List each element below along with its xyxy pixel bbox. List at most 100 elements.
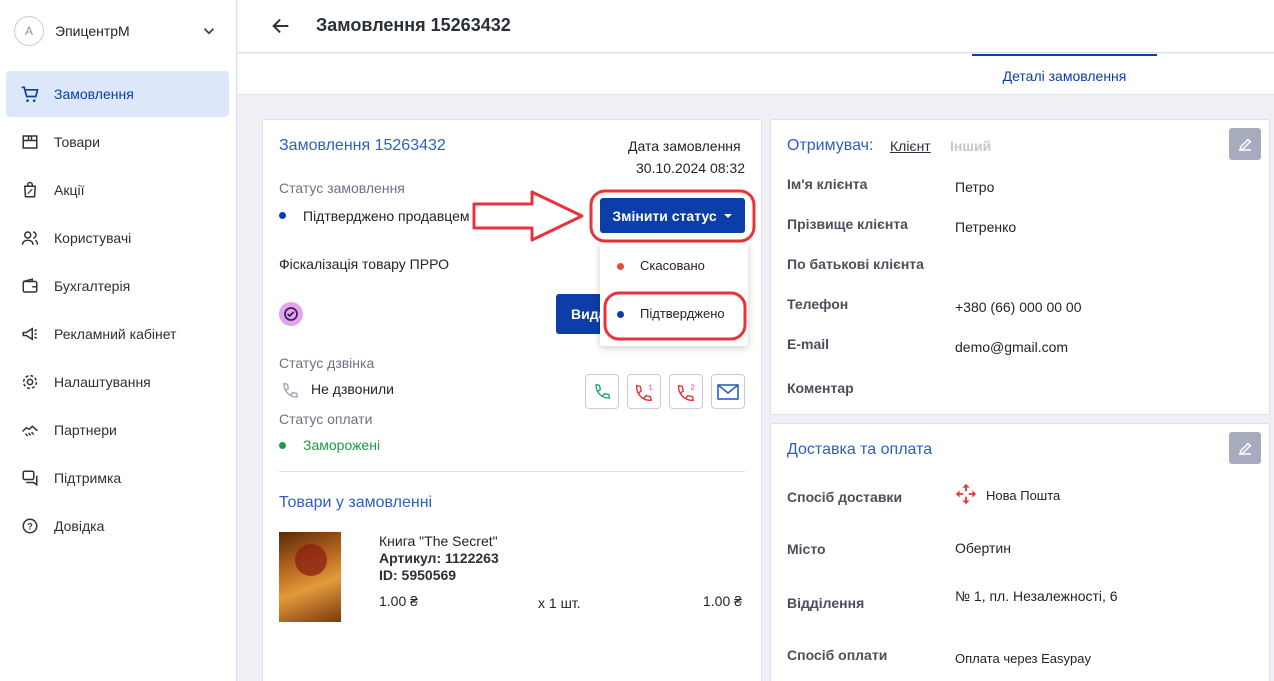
field-label: Ім'я клієнта	[787, 176, 868, 192]
svg-text:?: ?	[27, 521, 33, 531]
products-heading: Товари у замовленні	[279, 494, 433, 511]
users-icon	[20, 228, 40, 248]
delivery-method-value: Нова Пошта	[986, 488, 1061, 503]
sidebar-item-label: Товари	[54, 134, 100, 150]
top-bar: Замовлення 15263432	[238, 0, 1274, 53]
sidebar-item-promotions[interactable]: Акції	[6, 167, 229, 213]
email-value: demo@gmail.com	[955, 339, 1069, 355]
email-button[interactable]	[711, 374, 745, 409]
sidebar-item-label: Партнери	[54, 422, 117, 438]
payment-status: Заморожені	[303, 437, 381, 453]
tab-client[interactable]: Клієнт	[890, 138, 931, 154]
call-button[interactable]	[585, 374, 619, 409]
branch-value: № 1, пл. Незалежності, 6	[955, 588, 1118, 604]
order-date: 30.10.2024 08:32	[636, 160, 745, 176]
order-title: Замовлення 15263432	[279, 137, 446, 154]
field-label: Спосіб доставки	[787, 489, 903, 505]
product-price: 1.00 ₴	[379, 593, 418, 609]
field-label: Відділення	[787, 595, 865, 611]
edit-delivery-button[interactable]	[1229, 432, 1261, 464]
sidebar-item-products[interactable]: Товари	[6, 119, 229, 165]
order-status: Підтверджено продавцем	[303, 208, 470, 224]
cart-icon	[20, 84, 40, 104]
pencil-icon	[1239, 442, 1252, 455]
fiscal-label: Фіскалізація товару ПРРО	[279, 256, 450, 272]
sidebar-item-support[interactable]: Підтримка	[6, 455, 229, 501]
missed-call-2-button[interactable]: 2	[669, 374, 703, 409]
sidebar-item-label: Налаштування	[54, 374, 151, 390]
missed-call-1-button[interactable]: 1	[627, 374, 661, 409]
sidebar-item-orders[interactable]: Замовлення	[6, 71, 229, 117]
sidebar-item-partners[interactable]: Партнери	[6, 407, 229, 453]
cancel-dot	[617, 263, 624, 270]
city-value: Обертин	[955, 540, 1011, 556]
phone-value: +380 (66) 000 00 00	[955, 299, 1082, 315]
account-switcher[interactable]: A ЭпицентрМ	[0, 0, 236, 62]
highlight-circle-icon	[603, 291, 747, 341]
order-status-label: Статус замовлення	[279, 180, 405, 196]
product-quantity: x 1 шт.	[538, 595, 581, 611]
sidebar-item-settings[interactable]: Налаштування	[6, 359, 229, 405]
sidebar-item-label: Рекламний кабінет	[54, 326, 177, 342]
dropdown-item-label: Скасовано	[640, 257, 705, 273]
gear-icon	[20, 372, 40, 392]
recipient-heading: Отримувач:	[787, 137, 874, 154]
sidebar-item-label: Акції	[54, 182, 85, 198]
account-name: ЭпицентрМ	[55, 23, 130, 39]
field-label: Телефон	[787, 296, 849, 312]
envelope-icon	[717, 383, 739, 400]
product-total: 1.00 ₴	[703, 593, 742, 609]
call-status: Не дзвонили	[311, 381, 394, 397]
field-label: Спосіб оплати	[787, 647, 888, 663]
product-name[interactable]: Книга "The Secret"	[379, 533, 498, 549]
edit-recipient-button[interactable]	[1229, 128, 1261, 160]
chevron-down-icon[interactable]	[200, 22, 218, 40]
annotation-arrow-icon	[472, 190, 584, 242]
field-label: По батькові клієнта	[787, 256, 924, 272]
product-article: Артикул: 1122263	[379, 550, 499, 566]
delivery-heading: Доставка та оплата	[787, 441, 933, 458]
product-id: ID: 5950569	[379, 567, 457, 583]
sidebar-item-label: Підтримка	[54, 470, 122, 486]
sidebar-item-label: Бухгалтерія	[54, 278, 131, 294]
highlight-circle-icon	[589, 189, 756, 243]
fiscal-check-icon	[279, 302, 303, 326]
wallet-icon	[20, 276, 40, 296]
phone-icon	[595, 383, 611, 399]
tab-order-details[interactable]: Деталі замовлення	[972, 54, 1157, 95]
product-image	[279, 532, 341, 622]
sidebar-item-users[interactable]: Користувачі	[6, 215, 229, 261]
page-title: Замовлення 15263432	[316, 15, 511, 35]
sidebar-item-label: Користувачі	[54, 230, 132, 246]
payment-method-value: Оплата через Easypay	[955, 651, 1091, 666]
call-status-label: Статус дзвінка	[279, 355, 375, 371]
handshake-icon	[20, 420, 40, 440]
discount-bag-icon	[20, 180, 40, 200]
sidebar-item-help[interactable]: ? Довідка	[6, 503, 229, 549]
divider	[279, 471, 745, 472]
box-icon	[20, 132, 40, 152]
avatar: A	[14, 16, 44, 46]
nova-poshta-logo-icon	[955, 483, 977, 505]
missed-call-one-icon: 1	[635, 382, 653, 401]
payment-status-label: Статус оплати	[279, 411, 373, 427]
help-icon: ?	[20, 516, 40, 536]
status-dot	[279, 212, 286, 219]
tabs-bar: Деталі замовлення	[238, 54, 1274, 95]
sidebar-item-accounting[interactable]: Бухгалтерія	[6, 263, 229, 309]
svg-text:1: 1	[649, 382, 653, 391]
delivery-card	[770, 423, 1270, 681]
phone-icon	[283, 382, 299, 398]
first-name-value: Петро	[955, 179, 995, 195]
sidebar: A ЭпицентрМ Замовлення Товари Акції Кори…	[0, 0, 237, 681]
missed-call-two-icon: 2	[677, 382, 695, 401]
chat-icon	[20, 468, 40, 488]
field-label: Коментар	[787, 380, 854, 396]
dropdown-item-cancelled[interactable]: Скасовано	[600, 245, 748, 285]
sidebar-item-ads[interactable]: Рекламний кабінет	[6, 311, 229, 357]
sidebar-item-label: Замовлення	[54, 86, 134, 102]
back-arrow-icon[interactable]	[270, 15, 292, 37]
tab-other[interactable]: Інший	[950, 138, 991, 154]
megaphone-icon	[20, 324, 40, 344]
field-label: E-mail	[787, 336, 830, 352]
